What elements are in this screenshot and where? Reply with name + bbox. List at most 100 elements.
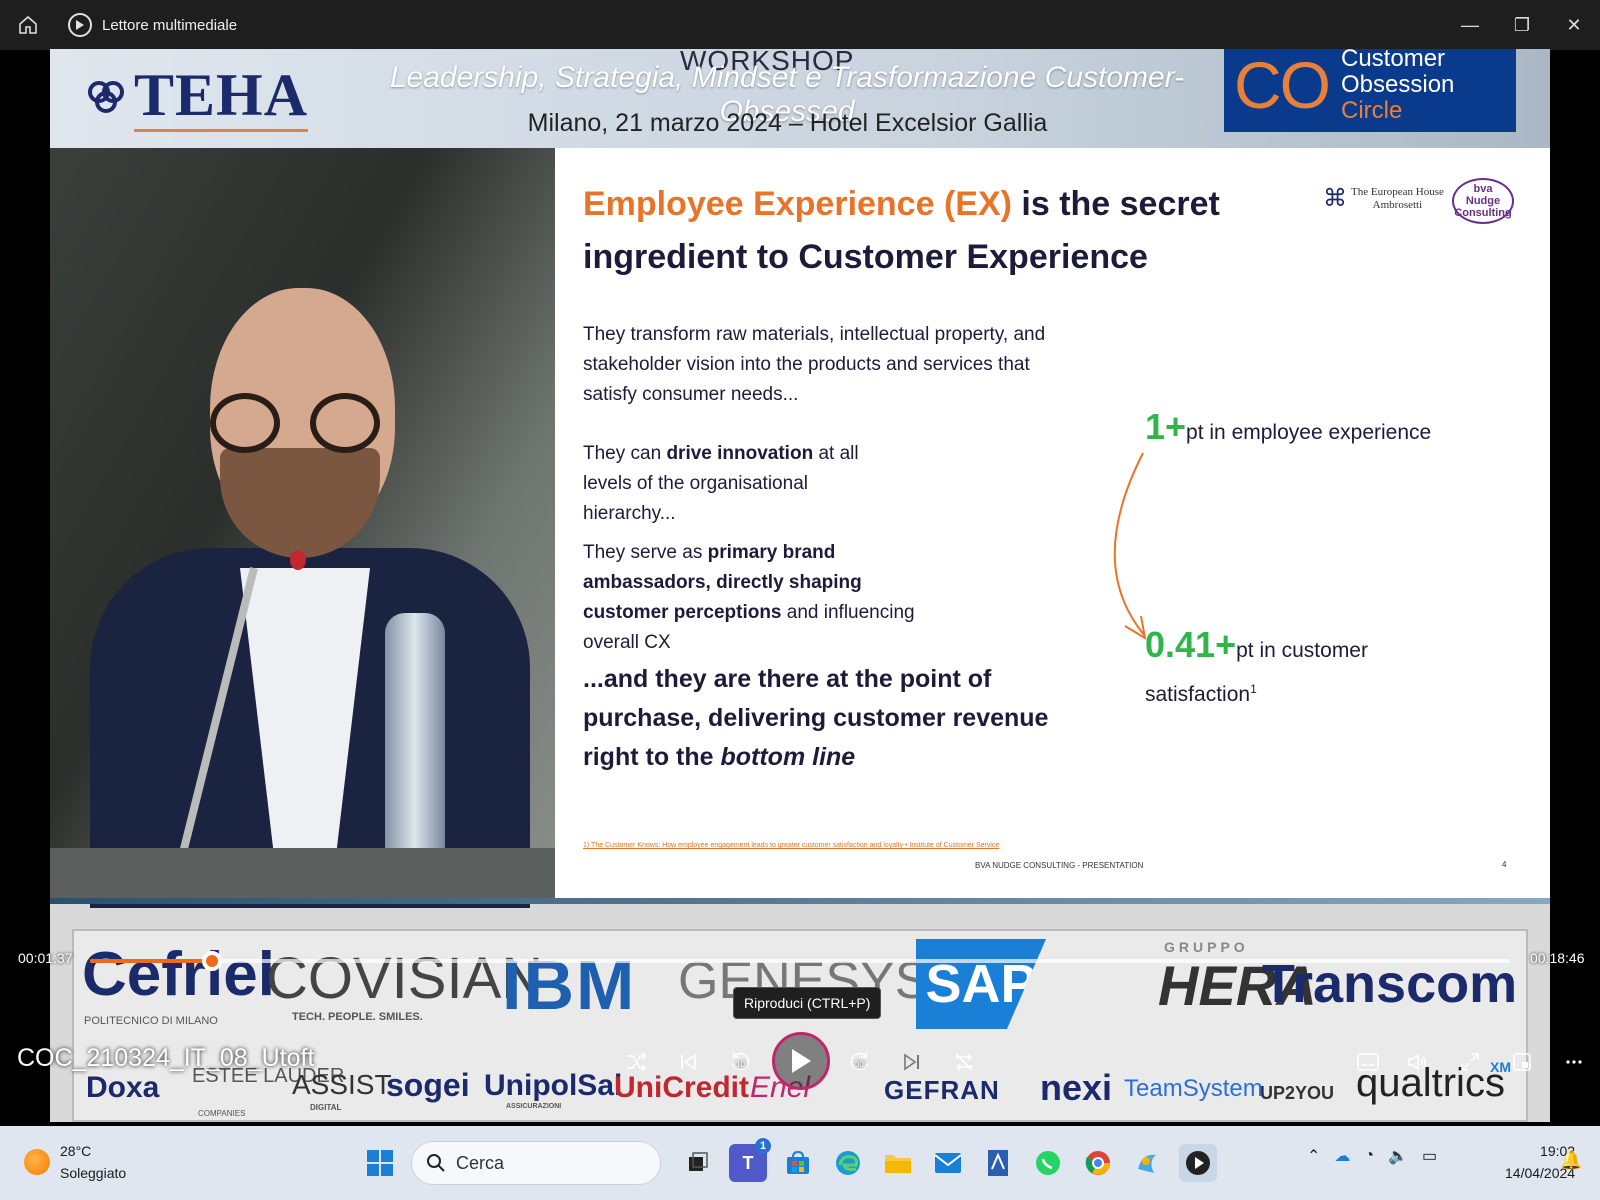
co-circle-logo: CO Customer Obsession Circle xyxy=(1224,49,1516,132)
fullscreen-icon[interactable] xyxy=(1452,1044,1488,1080)
play-icon xyxy=(792,1049,811,1073)
windows-taskbar: 28°C Soleggiato Cerca T 1 ⌃ ☁ ◔ 🔈 ▭ 19:0… xyxy=(0,1126,1600,1200)
curved-arrow-icon xyxy=(1113,452,1147,640)
stat2-label-a: pt in customer xyxy=(1236,639,1368,662)
battery-icon[interactable]: ▭ xyxy=(1422,1146,1437,1166)
shuffle-icon[interactable] xyxy=(618,1044,654,1080)
previous-icon[interactable] xyxy=(670,1044,706,1080)
speaker-beard xyxy=(220,448,380,558)
task-view-icon[interactable] xyxy=(679,1144,717,1182)
sponsor-estee-companies: COMPANIES xyxy=(198,1109,246,1118)
seek-track[interactable] xyxy=(90,959,1510,963)
stat2-label-b: satisfaction xyxy=(1145,683,1251,706)
volume-icon[interactable] xyxy=(1400,1044,1436,1080)
wifi-icon[interactable]: ◔ xyxy=(1364,1147,1374,1165)
bva-nudge-logo: bva Nudge Consulting xyxy=(1452,178,1514,224)
total-time: 00:18:46 xyxy=(1530,950,1585,966)
media-player-taskbar-icon[interactable] xyxy=(1179,1144,1217,1182)
teh-mark-icon: ⌘ xyxy=(1323,186,1347,212)
photos-icon[interactable] xyxy=(1129,1144,1167,1182)
slide-title-highlight: Employee Experience (EX) xyxy=(583,185,1012,223)
logo-teh-line1: The European House xyxy=(1351,185,1444,198)
play-tooltip: Riproduci (CTRL+P) xyxy=(733,987,882,1019)
closing-italic: bottom line xyxy=(720,743,856,771)
slide-title: Employee Experience (EX) is the secret i… xyxy=(583,178,1323,284)
app-title: Lettore multimediale xyxy=(102,16,238,34)
desk xyxy=(50,848,555,898)
stat-customer-satisfaction: 0.41+pt in customer satisfaction1 xyxy=(1145,626,1415,714)
weather-condition: Soleggiato xyxy=(60,1165,127,1181)
taskbar-search[interactable]: Cerca xyxy=(411,1141,661,1185)
forward-label: 30 xyxy=(855,1060,864,1069)
stat2-value: 0.41+ xyxy=(1145,624,1237,665)
slide-footnote: 1) The Customer Knows: How employee enga… xyxy=(583,842,1000,849)
teha-mark-icon xyxy=(88,77,128,117)
teh-ambrosetti-logo: ⌘ The European House Ambrosetti xyxy=(1323,184,1444,213)
media-player-icon xyxy=(68,13,92,37)
sun-icon xyxy=(24,1149,50,1175)
co-line1: Customer Obsession xyxy=(1341,49,1455,98)
logo-teh-line2: Ambrosetti xyxy=(1372,198,1423,211)
microphone-head xyxy=(290,550,306,570)
logo-bva-line1: bva xyxy=(1473,183,1493,195)
para2-text-a: They can xyxy=(583,443,667,464)
search-icon xyxy=(427,1154,445,1172)
rewind-10-icon[interactable]: 10 xyxy=(722,1044,758,1080)
sponsor-unipolsai-sub: ASSICURAZIONI xyxy=(506,1103,562,1110)
store-icon[interactable] xyxy=(779,1144,817,1182)
logo-bva-line2: Nudge xyxy=(1465,195,1501,207)
slide-divider xyxy=(50,898,1550,904)
subtitles-icon[interactable] xyxy=(1350,1044,1386,1080)
seek-bar[interactable]: 00:01:37 00:18:46 xyxy=(0,940,1600,980)
onedrive-icon[interactable]: ☁ xyxy=(1334,1146,1350,1166)
slide-footer: BVA NUDGE CONSULTING - PRESENTATION xyxy=(975,861,1144,870)
teha-logo: TEHA xyxy=(88,61,309,132)
weather-widget[interactable]: 28°C Soleggiato xyxy=(24,1140,126,1184)
restore-button[interactable]: ❐ xyxy=(1496,0,1548,50)
logo-bva-line3: Consulting xyxy=(1454,207,1512,219)
para2-bold: drive innovation xyxy=(666,443,814,464)
event-banner: TEHA WORKSHOP Leadership, Strategia, Min… xyxy=(50,49,1550,148)
chevron-up-icon[interactable]: ⌃ xyxy=(1307,1146,1320,1166)
next-icon[interactable] xyxy=(894,1044,930,1080)
para3-text-a: They serve as xyxy=(583,542,708,563)
mini-player-icon[interactable] xyxy=(1504,1044,1540,1080)
stat1-label: pt in employee experience xyxy=(1186,421,1432,444)
banner-location: Milano, 21 marzo 2024 – Hotel Excelsior … xyxy=(527,109,1048,137)
speaker-camera xyxy=(50,148,555,908)
seek-thumb[interactable] xyxy=(202,951,223,971)
stat-employee-experience: 1+pt in employee experience xyxy=(1145,406,1431,448)
speaker-icon[interactable]: 🔈 xyxy=(1388,1146,1408,1166)
documents-icon[interactable] xyxy=(979,1144,1017,1182)
speaker-glasses xyxy=(200,393,400,453)
minimize-button[interactable]: — xyxy=(1444,0,1496,50)
close-button[interactable]: ✕ xyxy=(1548,0,1600,50)
slide-para2: They can drive innovation at all levels … xyxy=(583,439,903,529)
slide-page-number: 4 xyxy=(1502,860,1507,869)
search-placeholder: Cerca xyxy=(456,1152,505,1173)
play-button[interactable] xyxy=(772,1032,830,1090)
presentation-slide: Employee Experience (EX) is the secret i… xyxy=(555,148,1550,898)
chrome-icon[interactable] xyxy=(1079,1144,1117,1182)
seek-progress xyxy=(90,959,213,963)
teams-icon[interactable]: T 1 xyxy=(729,1138,771,1182)
title-bar: Lettore multimediale — ❐ ✕ xyxy=(0,0,1600,50)
start-icon[interactable] xyxy=(361,1144,399,1182)
repeat-off-icon[interactable] xyxy=(946,1044,982,1080)
player-controls: COC_210324_IT_08_Utoft 10 30 xyxy=(0,1024,1600,1096)
teams-badge: 1 xyxy=(755,1138,771,1154)
teha-wordmark: TEHA xyxy=(134,61,309,132)
more-options-icon[interactable] xyxy=(1556,1044,1592,1080)
current-time: 00:01:37 xyxy=(18,950,73,966)
whatsapp-icon[interactable] xyxy=(1029,1144,1067,1182)
forward-30-icon[interactable]: 30 xyxy=(842,1044,878,1080)
mail-icon[interactable] xyxy=(929,1144,967,1182)
edge-icon[interactable] xyxy=(829,1144,867,1182)
notification-bell-icon[interactable]: 🔔 xyxy=(1560,1150,1582,1171)
sponsor-covisian-tagline: TECH. PEOPLE. SMILES. xyxy=(292,1011,423,1023)
file-explorer-icon[interactable] xyxy=(879,1144,917,1182)
sponsor-assist-digital: DIGITAL xyxy=(310,1103,342,1112)
home-icon[interactable] xyxy=(0,0,56,50)
slide-closing-statement: ...and they are there at the point of pu… xyxy=(583,660,1103,777)
system-tray: ⌃ ☁ ◔ 🔈 ▭ xyxy=(1300,1146,1444,1166)
